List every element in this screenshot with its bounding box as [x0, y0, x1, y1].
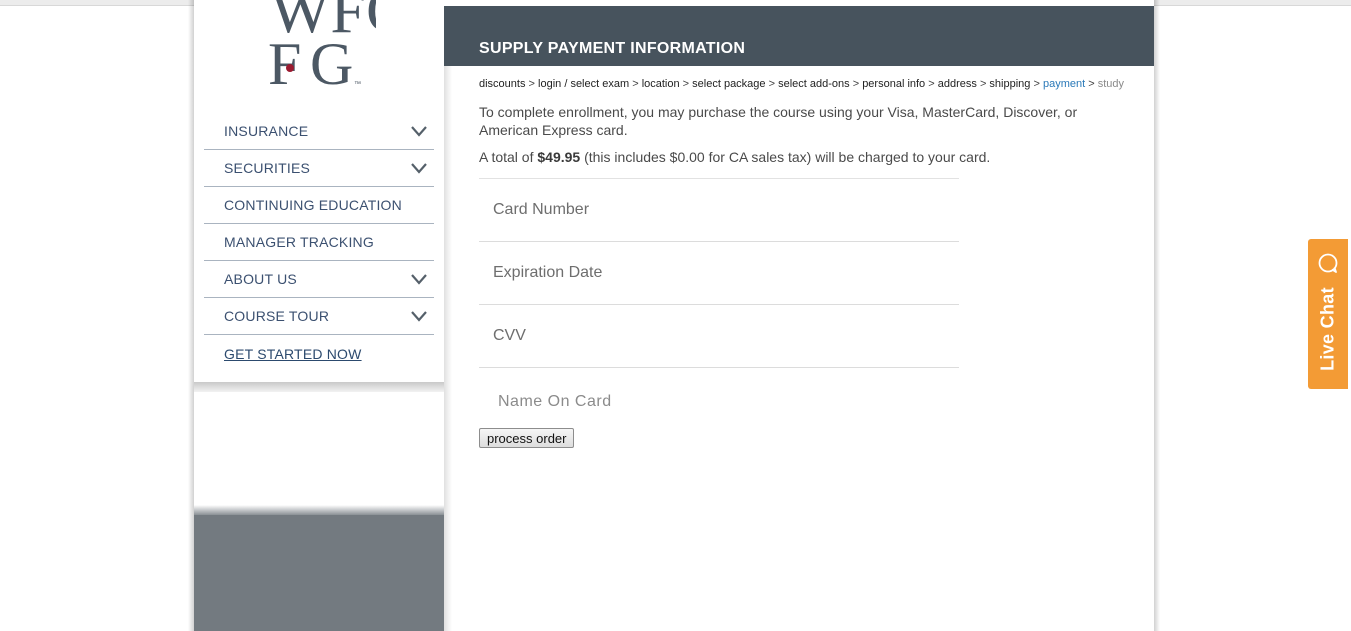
main-content: SUPPLY PAYMENT INFORMATION discounts > l… [444, 0, 1154, 631]
logo-dot [286, 64, 294, 72]
breadcrumb-step-package[interactable]: select package [692, 78, 765, 90]
card-number-row [479, 179, 959, 242]
live-chat-label: Live Chat [1317, 287, 1338, 371]
breadcrumb-step-shipping[interactable]: shipping [989, 78, 1030, 90]
breadcrumb-step-address[interactable]: address [938, 78, 977, 90]
total-prefix: A total of [479, 149, 538, 165]
main-nav: INSURANCE SECURITIES CONTINUING EDUCATIO… [204, 113, 434, 372]
nav-item-continuing-education[interactable]: CONTINUING EDUCATION [204, 187, 434, 224]
breadcrumb: discounts > login / select exam > locati… [479, 78, 1124, 90]
chevron-down-icon[interactable] [410, 310, 428, 322]
breadcrumb-separator: > [928, 78, 938, 90]
nav-item-label: ABOUT US [224, 271, 297, 287]
breadcrumb-step-add-ons[interactable]: select add-ons [778, 78, 850, 90]
nav-item-label: COURSE TOUR [224, 308, 330, 324]
name-on-card-field[interactable] [479, 372, 959, 432]
nav-item-insurance[interactable]: INSURANCE [204, 113, 434, 150]
logo-text-bottom: F [268, 31, 301, 91]
chevron-down-icon[interactable] [410, 273, 428, 285]
expiration-row [479, 242, 959, 305]
breadcrumb-separator: > [682, 78, 693, 90]
live-chat-tab[interactable]: Live Chat [1308, 239, 1348, 389]
sidebar-divider [194, 382, 444, 392]
page-title: SUPPLY PAYMENT INFORMATION [479, 40, 746, 57]
content-shadow [444, 66, 452, 631]
total-amount: $49.95 [537, 149, 581, 165]
chevron-down-icon[interactable] [410, 162, 428, 174]
breadcrumb-separator: > [632, 78, 642, 90]
breadcrumb-separator: > [1088, 78, 1098, 90]
nav-item-manager-tracking[interactable]: MANAGER TRACKING [204, 224, 434, 261]
nav-item-about-us[interactable]: ABOUT US [204, 261, 434, 298]
page-shadow-right [1154, 0, 1160, 631]
nav-item-label: INSURANCE [224, 123, 309, 139]
breadcrumb-separator: > [768, 78, 779, 90]
logo-text-g: G [310, 31, 353, 91]
wfg-logo[interactable]: WFG F G ™ [266, 0, 376, 91]
sidebar-footer [194, 515, 444, 631]
nav-item-get-started-now[interactable]: GET STARTED NOW [204, 335, 434, 372]
breadcrumb-separator: > [979, 78, 990, 90]
nav-item-label: CONTINUING EDUCATION [224, 197, 402, 213]
name-on-card-row [479, 372, 959, 432]
expiration-date-field[interactable] [479, 242, 959, 304]
breadcrumb-step-study: study [1097, 78, 1124, 90]
nav-item-label: SECURITIES [224, 160, 311, 176]
sidebar: WFG F G ™ INSURANCE SECURITIES CONTINUIN… [194, 0, 444, 631]
breadcrumb-separator: > [852, 78, 863, 90]
cvv-field[interactable] [479, 305, 959, 367]
breadcrumb-step-payment: payment [1042, 78, 1086, 90]
page-header: SUPPLY PAYMENT INFORMATION [444, 6, 1154, 66]
breadcrumb-step-login[interactable]: login / select exam [538, 78, 629, 90]
chevron-down-icon[interactable] [410, 125, 428, 137]
logo-trademark: ™ [354, 81, 361, 88]
breadcrumb-separator: > [528, 78, 539, 90]
nav-item-course-tour[interactable]: COURSE TOUR [204, 298, 434, 335]
total-suffix: (this includes $0.00 for CA sales tax) w… [580, 149, 991, 165]
get-started-link[interactable]: GET STARTED NOW [224, 346, 362, 362]
cvv-row [479, 305, 959, 368]
card-number-field[interactable] [479, 179, 959, 241]
nav-item-securities[interactable]: SECURITIES [204, 150, 434, 187]
nav-item-label: MANAGER TRACKING [224, 234, 374, 250]
breadcrumb-step-location[interactable]: location [642, 78, 680, 90]
enrollment-instructions: To complete enrollment, you may purchase… [479, 104, 1078, 138]
breadcrumb-step-personal-info[interactable]: personal info [862, 78, 925, 90]
breadcrumb-separator: > [1033, 78, 1043, 90]
breadcrumb-step-discounts[interactable]: discounts [479, 78, 525, 90]
chat-bubble-icon [1318, 253, 1338, 273]
process-order-button[interactable]: process order [479, 428, 575, 448]
order-total-text: A total of $49.95 (this includes $0.00 f… [479, 149, 990, 165]
